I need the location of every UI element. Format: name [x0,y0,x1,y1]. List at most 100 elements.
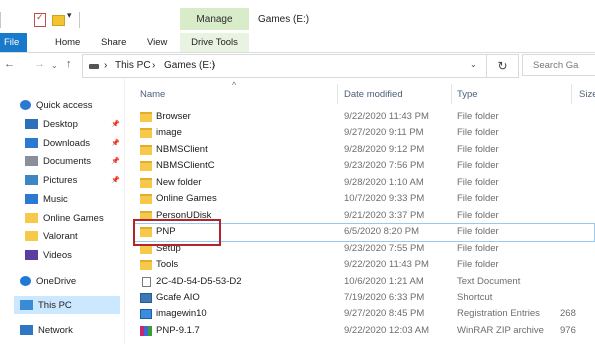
table-row[interactable]: 2C-4D-54-D5-53-D2 10/6/2020 1:21 AM Text D… [136,274,595,290]
file-name: Browser [156,111,191,122]
sidebar-item-network[interactable]: Network [20,323,73,339]
date-modified: 9/22/2020 11:43 PM [344,259,429,270]
window-title: Games (E:) [258,14,310,25]
sidebar-item-label: Desktop [43,119,78,130]
table-row[interactable]: image 9/27/2020 9:11 PM File folder [136,125,595,141]
tab-view[interactable]: View [147,33,167,52]
breadcrumb-separator-icon[interactable]: › [104,60,107,71]
column-divider[interactable] [451,84,452,104]
sidebar-item-label: Music [43,194,68,205]
column-header-type[interactable]: Type [457,89,478,100]
customize-qa-dropdown-icon[interactable]: ▾ [67,10,72,21]
table-row[interactable]: NBMSClient 9/28/2020 9:12 PM File folder [136,142,595,158]
file-size: 268 [560,308,576,319]
table-row[interactable]: NBMSClientC 9/23/2020 7:56 PM File folder [136,158,595,174]
column-header-name[interactable]: Name [140,89,165,100]
date-modified: 9/22/2020 11:43 PM [344,111,429,122]
file-name: Gcafe AIO [156,292,200,303]
forward-arrow-icon[interactable]: → [34,58,45,70]
table-row[interactable]: Online Games 10/7/2020 9:33 PM File folder [136,191,595,207]
folder-icon [140,128,152,138]
desktop-icon [25,119,38,130]
date-modified: 6/5/2020 8:20 PM [344,226,419,237]
tab-home[interactable]: Home [55,33,80,52]
address-dropdown-icon[interactable]: ⌄ [470,60,477,69]
folder-icon [140,161,152,171]
date-modified: 10/7/2020 9:33 PM [344,193,425,204]
table-row[interactable]: Tools 9/22/2020 11:43 PM File folder [136,257,595,273]
pin-icon: 📌 [111,158,120,165]
sidebar-item-downloads[interactable]: Downloads [25,136,90,152]
tab-drive-tools[interactable]: Drive Tools [180,33,249,52]
breadcrumb-separator-icon[interactable]: › [152,60,155,71]
text-document-icon [142,277,151,287]
sidebar-item-videos[interactable]: Videos [25,248,72,264]
date-modified: 9/23/2020 7:55 PM [344,243,425,254]
up-arrow-icon[interactable]: ↑ [66,58,72,70]
file-name: New folder [156,177,202,188]
sidebar-item-quick-access[interactable]: Quick access [20,98,93,114]
folder-icon [25,231,38,242]
search-input[interactable]: Search Ga [522,54,595,76]
file-name: 2C-4D-54-D5-53-D2 [156,276,242,287]
file-name: NBMSClientC [156,160,215,171]
sidebar-item-pictures[interactable]: Pictures [25,173,77,189]
date-modified: 9/21/2020 3:37 PM [344,210,425,221]
column-divider[interactable] [571,84,572,104]
folder-icon [140,112,152,122]
sidebar-item-label: Network [38,325,73,336]
recent-locations-chevron-icon[interactable]: ⌄ [51,61,58,70]
shortcut-icon [140,293,152,303]
sidebar-item-onedrive[interactable]: OneDrive [20,274,76,290]
file-type: File folder [457,177,499,188]
table-row[interactable]: PNP-9.1.7 9/22/2020 12:03 AM WinRAR ZIP ar… [136,323,595,339]
pane-splitter[interactable] [124,78,125,344]
breadcrumb-this-pc[interactable]: This PC [115,60,151,71]
column-header-date[interactable]: Date modified [344,89,403,100]
new-folder-icon[interactable] [52,15,65,26]
table-row[interactable]: imagewin10 9/27/2020 8:45 PM Registration … [136,306,595,322]
table-row[interactable]: Gcafe AIO 7/19/2020 6:33 PM Shortcut [136,290,595,306]
pin-icon: 📌 [111,121,120,128]
properties-icon[interactable] [34,12,46,27]
breadcrumb-games-drive[interactable]: Games (E:) [164,60,215,71]
drive-icon [89,64,99,69]
tab-share[interactable]: Share [101,33,126,52]
sidebar-item-documents[interactable]: Documents [25,154,91,170]
file-type: File folder [457,243,499,254]
file-type: File folder [457,193,499,204]
sidebar-item-music[interactable]: Music [25,192,68,208]
date-modified: 9/28/2020 1:10 AM [344,177,424,188]
documents-icon [25,156,38,167]
folder-icon [25,213,38,224]
folder-icon [140,194,152,204]
sidebar-item-label: Valorant [43,231,78,242]
sidebar-item-label: This PC [38,300,72,311]
column-header-size[interactable]: Size [579,89,595,100]
breadcrumb-separator-icon[interactable]: › [212,60,215,71]
sidebar-item-label: Downloads [43,138,90,149]
sidebar-item-label: Pictures [43,175,78,186]
file-name: Tools [156,259,179,270]
back-arrow-icon[interactable]: ← [4,58,15,70]
file-type: Shortcut [457,292,493,303]
manage-contextual-tab[interactable]: Manage [180,8,249,30]
computer-icon [20,300,33,311]
tab-file[interactable]: File [0,33,27,52]
sidebar-item-this-pc[interactable]: This PC [20,298,72,314]
qa-separator [79,12,80,28]
refresh-button[interactable]: ↻ [487,54,519,78]
music-note-icon [25,194,38,205]
table-row[interactable]: Browser 9/22/2020 11:43 PM File folder [136,109,595,125]
date-modified: 9/28/2020 9:12 PM [344,144,425,155]
sidebar-item-online-games[interactable]: Online Games [25,211,104,227]
folder-icon [140,145,152,155]
sidebar-item-desktop[interactable]: Desktop [25,117,78,133]
sidebar-item-label: Videos [43,250,72,261]
sidebar-item-valorant[interactable]: Valorant [25,229,78,245]
file-type: Registration Entries [457,308,540,319]
date-modified: 9/27/2020 8:45 PM [344,308,425,319]
table-row[interactable]: New folder 9/28/2020 1:10 AM File folder [136,175,595,191]
qa-separator [0,12,1,28]
column-divider[interactable] [337,84,338,104]
